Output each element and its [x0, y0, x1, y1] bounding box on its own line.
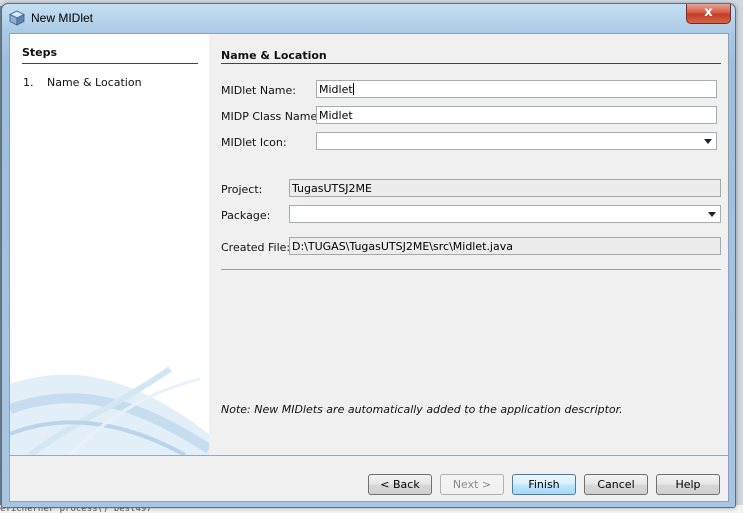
midlet-name-input[interactable]: Midlet — [316, 80, 717, 98]
dropdown-arrow-icon[interactable] — [704, 139, 712, 144]
new-midlet-dialog: New MIDlet x Steps 1. Name & Location Nam… — [1, 3, 736, 508]
help-button[interactable]: Help — [656, 474, 720, 495]
next-button[interactable]: Next > — [440, 474, 504, 495]
midp-class-name-input[interactable]: Midlet — [316, 106, 717, 124]
created-file-label: Created File: — [221, 241, 291, 254]
midp-class-name-value: Midlet — [319, 109, 353, 122]
title-bar[interactable]: New MIDlet x — [2, 4, 735, 32]
midlet-icon-combobox[interactable] — [316, 132, 717, 150]
step-label: Name & Location — [47, 76, 142, 89]
section-title: Name & Location — [221, 49, 327, 62]
package-combobox[interactable] — [289, 205, 721, 223]
dropdown-arrow-icon[interactable] — [708, 212, 716, 217]
cancel-button[interactable]: Cancel — [584, 474, 648, 495]
midlet-name-label: MIDlet Name: — [221, 84, 296, 97]
back-button[interactable]: < Back — [368, 474, 432, 495]
dialog-body: Steps 1. Name & Location Name & Location … — [9, 33, 729, 502]
note-text: Note: New MIDlets are automatically adde… — [221, 403, 623, 416]
form-divider — [221, 269, 721, 270]
decorative-swoosh-graphic — [10, 366, 209, 455]
step-number: 1. — [23, 76, 34, 89]
section-divider — [221, 63, 721, 64]
project-field: TugasUTSJ2ME — [289, 179, 721, 197]
steps-divider — [22, 63, 198, 64]
created-file-field: D:\TUGAS\TugasUTSJ2ME\src\Midlet.java — [289, 237, 721, 255]
footer-divider — [10, 455, 728, 456]
project-label: Project: — [221, 183, 263, 196]
package-label: Package: — [221, 209, 271, 222]
midlet-icon-label: MIDlet Icon: — [221, 136, 287, 149]
close-button[interactable]: x — [686, 4, 731, 24]
finish-button[interactable]: Finish — [512, 474, 576, 495]
steps-panel: Steps 1. Name & Location — [10, 34, 209, 455]
created-file-value: D:\TUGAS\TugasUTSJ2ME\src\Midlet.java — [292, 240, 513, 253]
step-item-name-location: 1. Name & Location — [23, 76, 142, 89]
midlet-name-value: Midlet — [319, 83, 353, 96]
window-title: New MIDlet — [31, 11, 94, 25]
midp-class-name-label: MIDP Class Name: — [221, 110, 321, 123]
background-strip-right — [735, 0, 743, 513]
steps-title: Steps — [22, 46, 58, 59]
cube-icon — [9, 10, 25, 26]
form-panel: Name & Location MIDlet Name: Midlet MIDP… — [209, 34, 728, 455]
text-cursor — [352, 83, 354, 95]
project-value: TugasUTSJ2ME — [292, 182, 372, 195]
